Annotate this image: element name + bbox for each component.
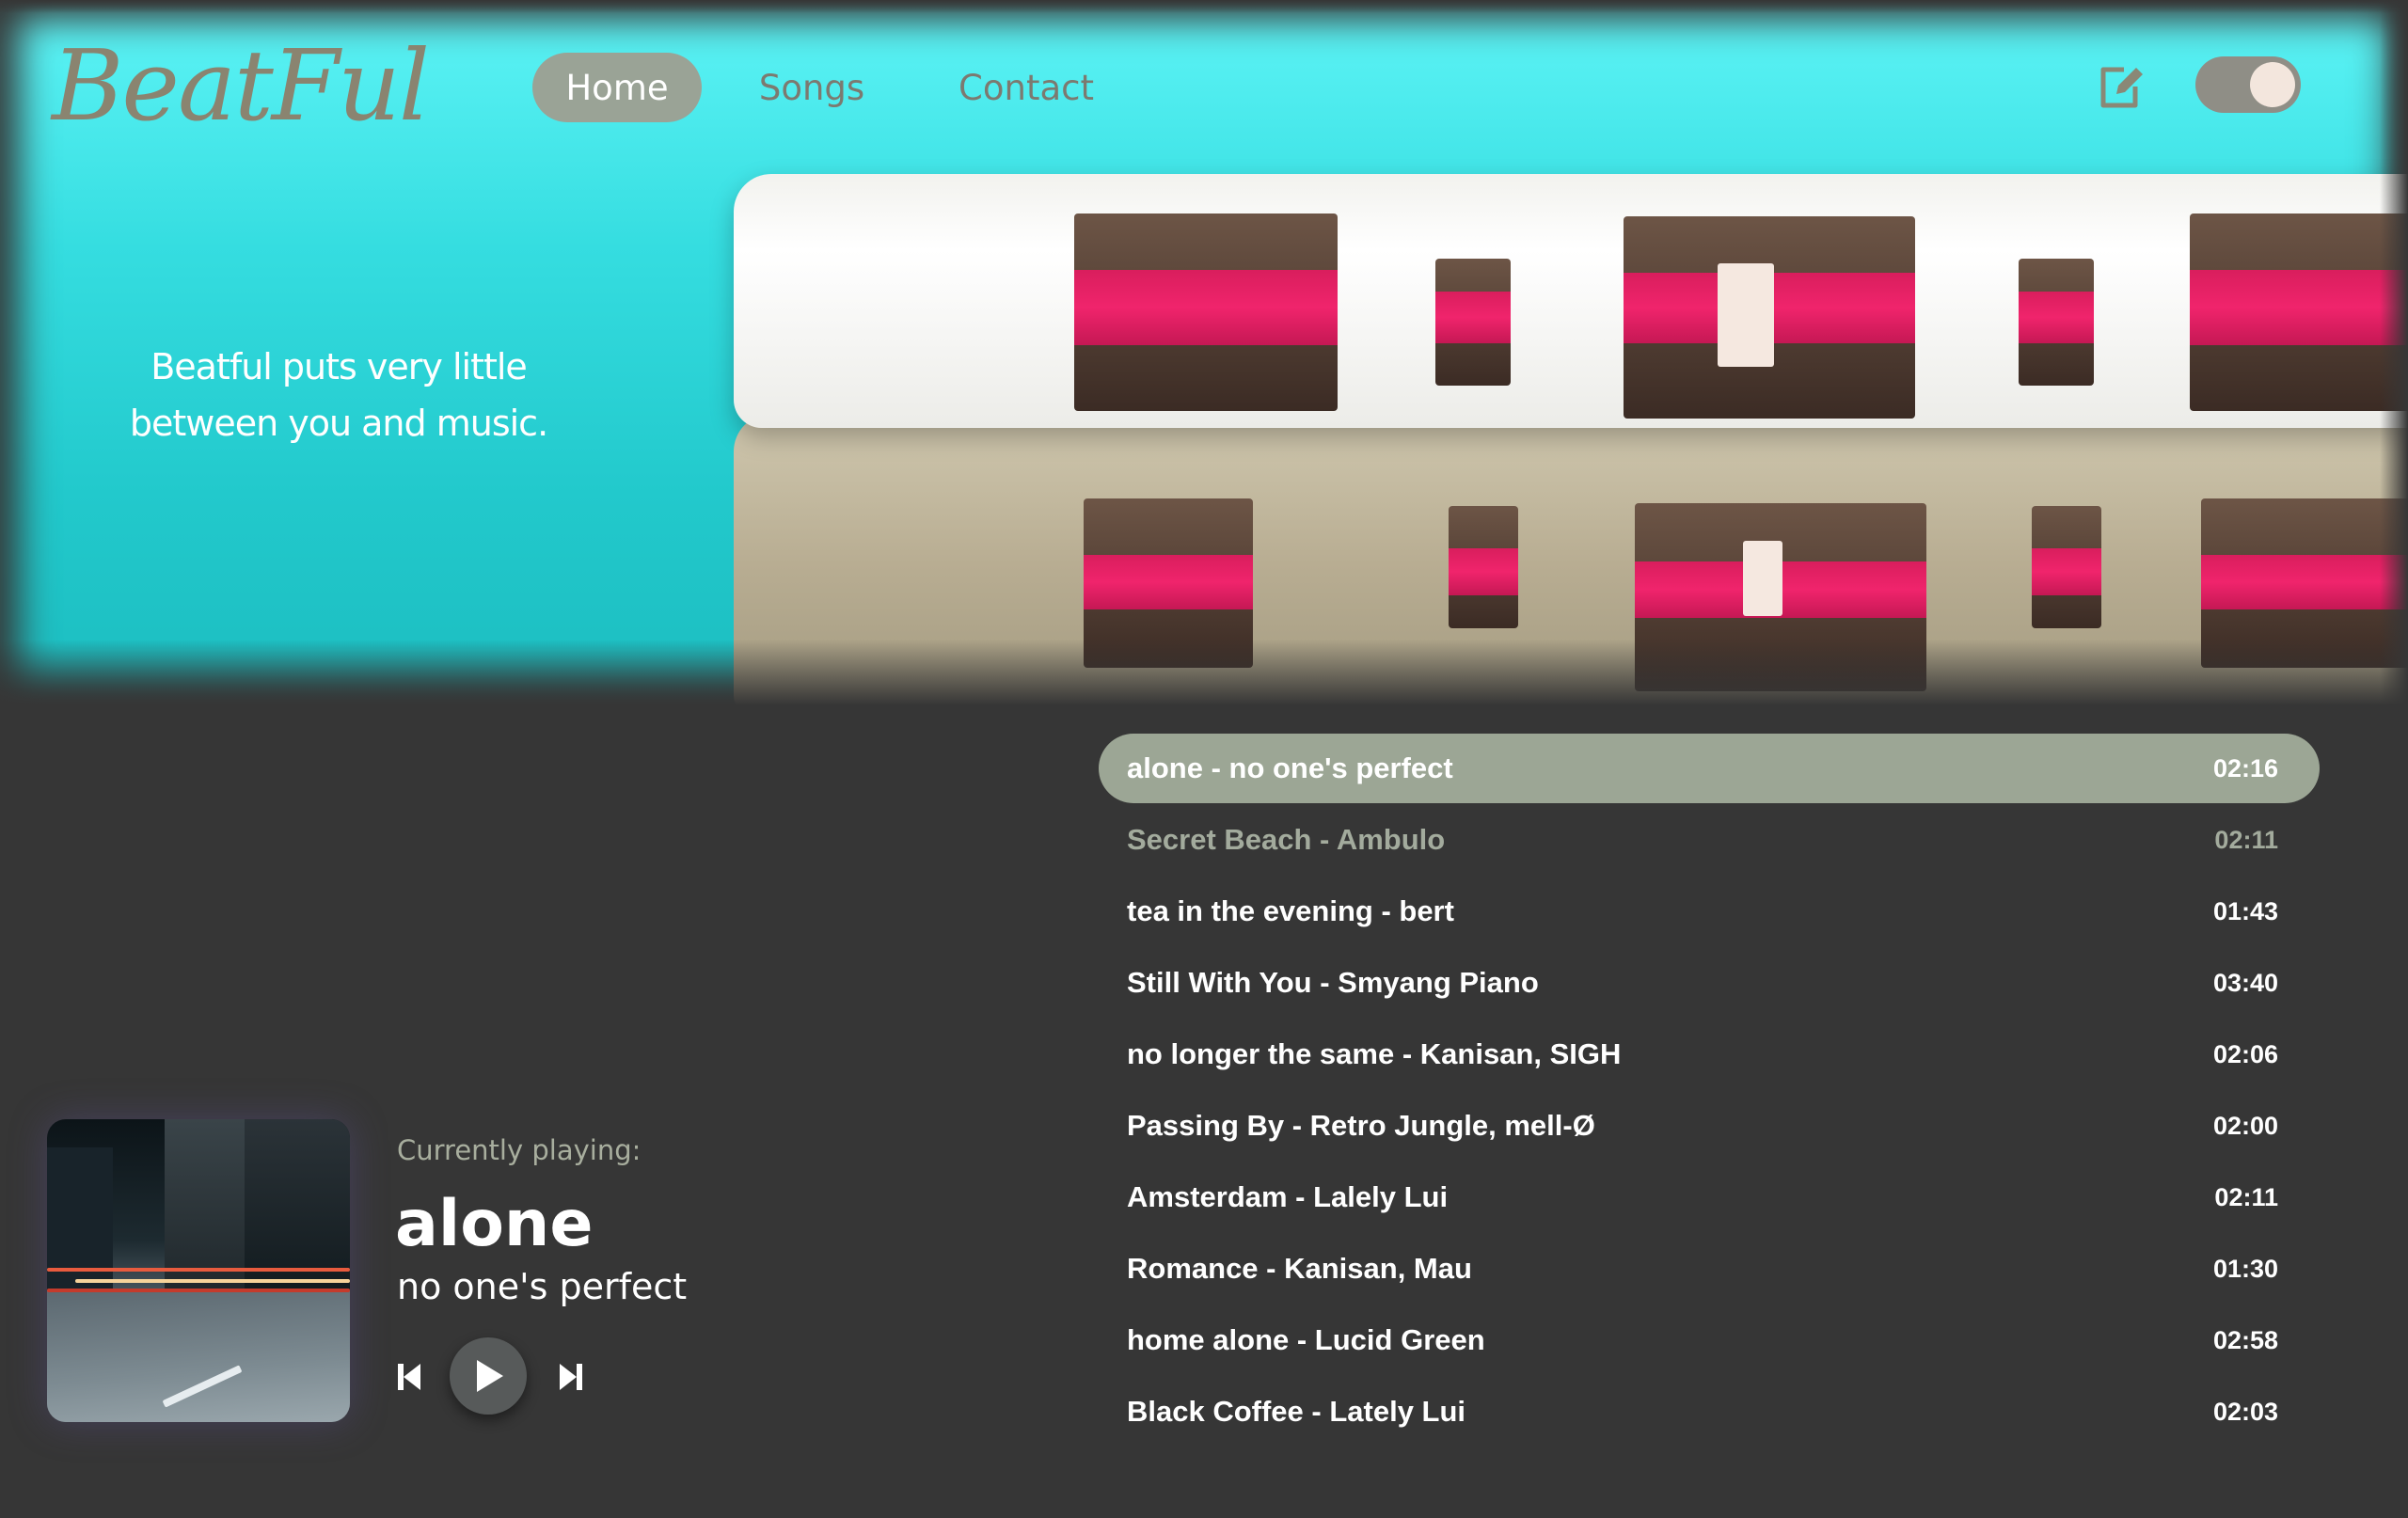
track-row[interactable]: Secret Beach - Ambulo 02:11 <box>1099 805 2320 875</box>
tagline-line-2: between you and music. <box>129 403 548 444</box>
track-duration: 03:40 <box>2212 968 2278 997</box>
track-title: Passing By - Retro Jungle, mell-Ø <box>1127 1109 1595 1142</box>
track-row[interactable]: Passing By - Retro Jungle, mell-Ø 02:00 <box>1099 1091 2320 1161</box>
track-row[interactable]: Amsterdam - Lalely Lui 02:11 <box>1099 1162 2320 1232</box>
next-button[interactable] <box>557 1362 585 1392</box>
track-title: Romance - Kanisan, Mau <box>1127 1252 1472 1285</box>
theme-toggle[interactable] <box>2195 56 2301 113</box>
track-row[interactable]: tea in the evening - bert 01:43 <box>1099 877 2320 946</box>
track-row[interactable]: Romance - Kanisan, Mau 01:30 <box>1099 1234 2320 1304</box>
toggle-knob <box>2250 62 2295 107</box>
track-duration: 02:11 <box>2214 1182 2278 1211</box>
nav-contact[interactable]: Contact <box>941 53 1112 122</box>
next-icon <box>560 1364 582 1390</box>
track-duration: 02:00 <box>2212 1111 2278 1140</box>
track-title: alone - no one's perfect <box>1127 751 1453 784</box>
brand-logo[interactable]: BeatFul <box>52 28 430 143</box>
track-title: Still With You - Smyang Piano <box>1127 966 1539 999</box>
now-playing-title: alone <box>395 1187 594 1261</box>
track-duration: 02:58 <box>2212 1325 2278 1354</box>
track-row[interactable]: Black Coffee - Lately Lui 02:03 <box>1099 1377 2320 1447</box>
edit-button[interactable] <box>2096 62 2147 113</box>
track-row[interactable]: alone - no one's perfect 02:16 <box>1099 734 2320 803</box>
track-title: no longer the same - Kanisan, SIGH <box>1127 1037 1622 1070</box>
album-cover <box>47 1119 350 1422</box>
track-duration: 02:03 <box>2212 1397 2278 1426</box>
track-row[interactable]: no longer the same - Kanisan, SIGH 02:06 <box>1099 1020 2320 1089</box>
track-duration: 02:11 <box>2214 825 2278 854</box>
track-duration: 01:30 <box>2212 1254 2278 1283</box>
now-playing-label: Currently playing: <box>397 1134 642 1166</box>
track-title: Black Coffee - Lately Lui <box>1127 1395 1466 1428</box>
play-button[interactable] <box>450 1337 527 1415</box>
hero-tagline: Beatful puts very little between you and… <box>94 339 583 451</box>
track-duration: 02:06 <box>2212 1039 2278 1068</box>
tagline-line-1: Beatful puts very little <box>150 346 528 387</box>
track-title: tea in the evening - bert <box>1127 894 1454 927</box>
now-playing-artist: no one's perfect <box>397 1266 688 1307</box>
previous-button[interactable] <box>395 1362 423 1392</box>
track-title: home alone - Lucid Green <box>1127 1323 1485 1356</box>
track-row[interactable]: home alone - Lucid Green 02:58 <box>1099 1305 2320 1375</box>
track-title: Amsterdam - Lalely Lui <box>1127 1180 1449 1213</box>
previous-icon <box>398 1364 420 1390</box>
cassette-image-top <box>734 174 2408 428</box>
track-duration: 02:16 <box>2212 753 2278 783</box>
nav-home[interactable]: Home <box>532 53 702 122</box>
play-icon <box>477 1360 503 1392</box>
track-title: Secret Beach - Ambulo <box>1127 823 1446 856</box>
track-row[interactable]: Still With You - Smyang Piano 03:40 <box>1099 948 2320 1018</box>
nav-songs[interactable]: Songs <box>741 53 882 122</box>
edit-icon <box>2100 67 2143 108</box>
track-duration: 01:43 <box>2212 896 2278 925</box>
